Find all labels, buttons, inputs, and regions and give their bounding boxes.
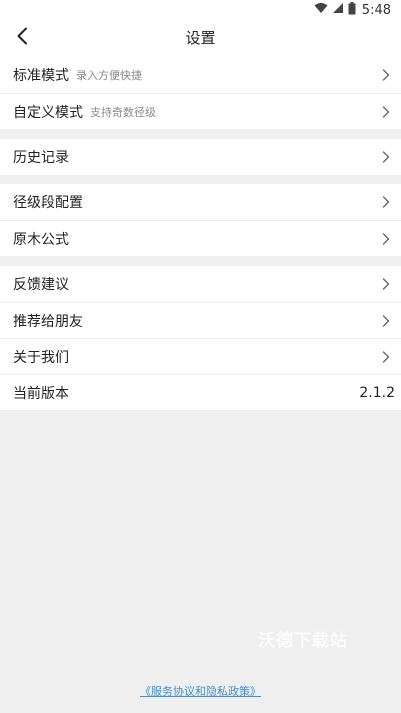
menu-item-label: 推荐给朋友	[13, 313, 83, 330]
cell-signal-icon	[332, 2, 344, 18]
menu-item-label: 自定义模式	[13, 104, 83, 121]
watermark-text: 沃德下载站	[258, 631, 348, 651]
chevron-right-icon	[381, 278, 391, 290]
menu-item-log-formula[interactable]: 原木公式	[0, 220, 401, 256]
status-time: 5:48	[361, 2, 391, 18]
menu-item-label: 历史记录	[13, 150, 69, 166]
menu-item-history[interactable]: 历史记录	[0, 139, 401, 175]
settings-group-config: 径级段配置 原木公式	[0, 184, 401, 256]
menu-item-standard-mode[interactable]: 标准模式 录入方便快捷	[0, 57, 401, 93]
chevron-right-icon	[381, 314, 391, 327]
chevron-right-icon	[381, 151, 391, 163]
status-icons	[314, 1, 356, 19]
chevron-right-icon	[381, 105, 391, 118]
privacy-policy-link[interactable]: 《服务协议和隐私政策》	[0, 683, 401, 699]
version-value: 2.1.2	[359, 384, 395, 401]
menu-item-label: 当前版本	[13, 385, 69, 402]
status-bar: 5:48	[0, 0, 401, 20]
menu-item-label: 标准模式	[13, 68, 69, 84]
chevron-right-icon	[381, 196, 391, 208]
menu-item-label: 反馈建议	[13, 277, 69, 293]
battery-icon	[348, 1, 356, 19]
menu-item-label: 原木公式	[13, 231, 69, 248]
settings-group-history: 历史记录	[0, 139, 401, 175]
settings-group-mode: 标准模式 录入方便快捷 自定义模式 支持奇数径级	[0, 57, 401, 129]
chevron-right-icon	[381, 232, 391, 245]
menu-item-about-us[interactable]: 关于我们	[0, 338, 401, 374]
menu-item-subtitle: 录入方便快捷	[76, 69, 142, 82]
menu-item-subtitle: 支持奇数径级	[90, 105, 156, 119]
menu-item-custom-mode[interactable]: 自定义模式 支持奇数径级	[0, 93, 401, 129]
wifi-icon	[314, 2, 328, 18]
menu-item-diameter-class-config[interactable]: 径级段配置	[0, 184, 401, 220]
menu-item-current-version: 当前版本 2.1.2	[0, 374, 401, 410]
chevron-right-icon	[381, 350, 391, 363]
chevron-right-icon	[381, 69, 391, 81]
settings-group-about: 反馈建议 推荐给朋友 关于我们 当前版本 2.1.2	[0, 266, 401, 410]
menu-item-recommend[interactable]: 推荐给朋友	[0, 302, 401, 338]
page-title: 设置	[185, 29, 216, 47]
menu-item-feedback[interactable]: 反馈建议	[0, 266, 401, 302]
title-bar: 设置	[0, 20, 401, 57]
menu-item-label: 关于我们	[13, 349, 69, 366]
menu-item-label: 径级段配置	[13, 195, 83, 211]
